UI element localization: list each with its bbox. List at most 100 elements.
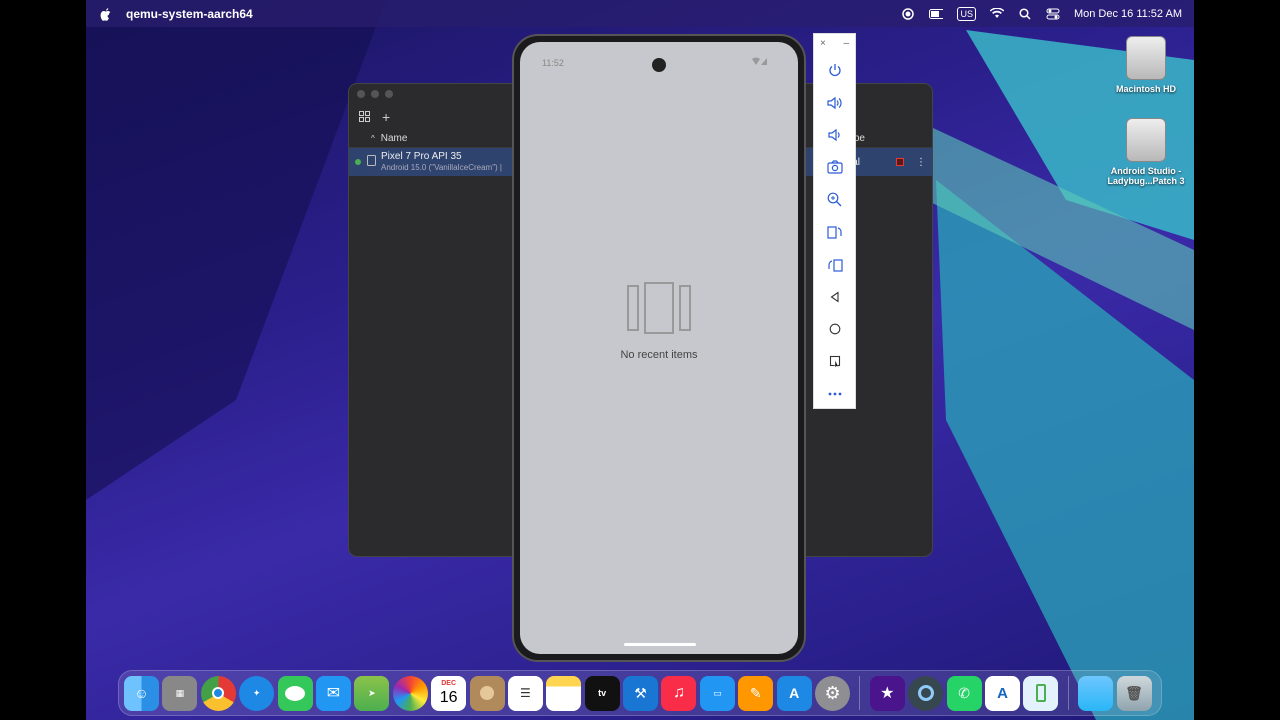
emulator-device-icon	[1035, 684, 1046, 702]
dock-calendar[interactable]: DEC 16	[431, 675, 467, 711]
power-button[interactable]	[814, 54, 855, 86]
desktop-icon-macintosh-hd[interactable]: Macintosh HD	[1096, 36, 1194, 94]
close-emulator-button[interactable]: ×	[820, 38, 826, 50]
menu-bar-clock[interactable]: Mon Dec 16 11:52 AM	[1074, 8, 1182, 20]
screen-record-icon[interactable]	[901, 7, 915, 21]
status-bar-time: 11:52	[542, 58, 564, 68]
minimize-emulator-button[interactable]: –	[843, 38, 849, 50]
add-device-button[interactable]: +	[382, 109, 390, 125]
back-icon	[830, 291, 839, 303]
dock-maps[interactable]: ➤	[354, 675, 390, 711]
desktop-icon-android-studio-installer[interactable]: Android Studio - Ladybug...Patch 3	[1096, 118, 1194, 186]
device-actions-menu-icon[interactable]: ⋮	[916, 157, 926, 168]
power-icon	[828, 64, 841, 77]
dock-android-studio[interactable]: A	[984, 675, 1020, 711]
dock-trash[interactable]: 🗑	[1116, 675, 1152, 711]
disk-image-icon	[1126, 118, 1166, 162]
dock-finder[interactable]: ☺	[124, 675, 159, 711]
pages-pen-icon: ✎	[749, 684, 762, 701]
phone-device-icon	[367, 155, 376, 169]
stop-device-button[interactable]	[896, 158, 904, 166]
chrome-icon	[212, 687, 225, 699]
dock-notes[interactable]	[546, 675, 582, 711]
dock-music[interactable]: ♫	[661, 675, 697, 711]
dock-quicktime[interactable]	[908, 675, 944, 711]
front-camera	[652, 58, 666, 72]
phone-screen[interactable]: 11:52 No recent items	[520, 42, 798, 654]
dock-chrome[interactable]	[200, 675, 236, 711]
zoom-window-button[interactable]	[385, 90, 393, 98]
dock-contacts[interactable]	[469, 675, 505, 711]
dock: ☺ ▦ ✦ ✉ ➤ DEC 16 ☰ tv ⚒ ♫ ▭ ✎ A ⚙ ★ ✆ A …	[118, 670, 1162, 716]
dock-apple-tv[interactable]: tv	[584, 675, 620, 711]
rotate-right-button[interactable]	[814, 248, 855, 280]
input-source-badge[interactable]: US	[957, 6, 976, 21]
sort-ascending-icon[interactable]: ^	[371, 134, 375, 143]
volume-up-button[interactable]	[814, 86, 855, 118]
dock-reminders[interactable]: ☰	[507, 675, 543, 711]
messages-icon	[285, 685, 306, 701]
dock-emulator[interactable]	[1023, 675, 1059, 711]
wifi-icon[interactable]	[989, 7, 1004, 21]
rotate-left-icon	[826, 226, 842, 239]
dock-xcode[interactable]: ⚒	[623, 675, 659, 711]
dock-photos[interactable]	[392, 675, 428, 711]
home-icon	[829, 323, 840, 335]
back-button[interactable]	[814, 281, 855, 313]
close-window-button[interactable]	[357, 90, 365, 98]
volume-down-icon	[827, 128, 840, 142]
keynote-icon: ▭	[713, 687, 722, 698]
volume-up-icon	[826, 96, 842, 109]
volume-down-button[interactable]	[814, 119, 855, 151]
contacts-icon	[480, 686, 495, 700]
imovie-star-icon: ★	[880, 685, 895, 702]
rotate-left-button[interactable]	[814, 216, 855, 248]
minimize-window-button[interactable]	[371, 90, 379, 98]
launchpad-icon: ▦	[175, 687, 185, 698]
dock-keynote[interactable]: ▭	[699, 675, 735, 711]
more-options-button[interactable]	[814, 378, 855, 410]
android-studio-icon: A	[997, 684, 1008, 702]
dock-app-store[interactable]: A	[776, 675, 812, 711]
device-subtitle: Android 15.0 ("VanillaIceCream") |	[381, 163, 502, 172]
status-bar-wifi-signal-icon	[752, 57, 768, 67]
dock-system-settings[interactable]: ⚙	[815, 675, 851, 711]
trash-icon: 🗑	[1125, 684, 1143, 701]
music-note-icon: ♫	[672, 684, 685, 701]
apple-tv-icon: tv	[598, 688, 607, 698]
control-center-icon[interactable]	[1046, 7, 1060, 21]
apple-logo-icon[interactable]	[100, 7, 112, 21]
safari-compass-icon: ✦	[252, 687, 261, 698]
battery-icon[interactable]	[929, 7, 944, 21]
camera-icon	[826, 160, 843, 174]
dock-downloads-folder[interactable]	[1078, 675, 1114, 711]
calendar-month: DEC	[441, 680, 457, 687]
dock-mail[interactable]: ✉	[315, 675, 351, 711]
emulator-toolbar: × –	[813, 33, 856, 409]
dock-pages[interactable]: ✎	[738, 675, 774, 711]
calendar-day: 16	[439, 689, 458, 706]
rotate-right-icon	[827, 258, 843, 272]
dock-imovie[interactable]: ★	[869, 675, 905, 711]
recents-empty-state: No recent items	[520, 282, 798, 361]
active-app-name[interactable]: qemu-system-aarch64	[126, 7, 253, 21]
dock-separator	[1067, 676, 1069, 710]
dock-messages[interactable]	[277, 675, 313, 711]
dock-separator	[859, 676, 861, 710]
zoom-button[interactable]	[814, 184, 855, 216]
spotlight-search-icon[interactable]	[1018, 7, 1032, 21]
dock-launchpad[interactable]: ▦	[162, 675, 198, 711]
screenshot-button[interactable]	[814, 151, 855, 183]
gesture-navigation-bar[interactable]	[624, 643, 696, 646]
dock-whatsapp[interactable]: ✆	[946, 675, 982, 711]
column-header-name[interactable]: Name	[381, 133, 408, 144]
more-icon	[828, 392, 841, 396]
grid-view-icon[interactable]	[359, 109, 370, 125]
dock-safari[interactable]: ✦	[239, 675, 275, 711]
maps-icon: ➤	[368, 687, 376, 698]
mail-icon: ✉	[326, 685, 341, 702]
overview-button[interactable]	[814, 346, 855, 378]
home-button[interactable]	[814, 313, 855, 345]
whatsapp-icon: ✆	[958, 684, 970, 701]
desktop: qemu-system-aarch64 US Mon Dec 16 11:52 …	[86, 0, 1194, 720]
